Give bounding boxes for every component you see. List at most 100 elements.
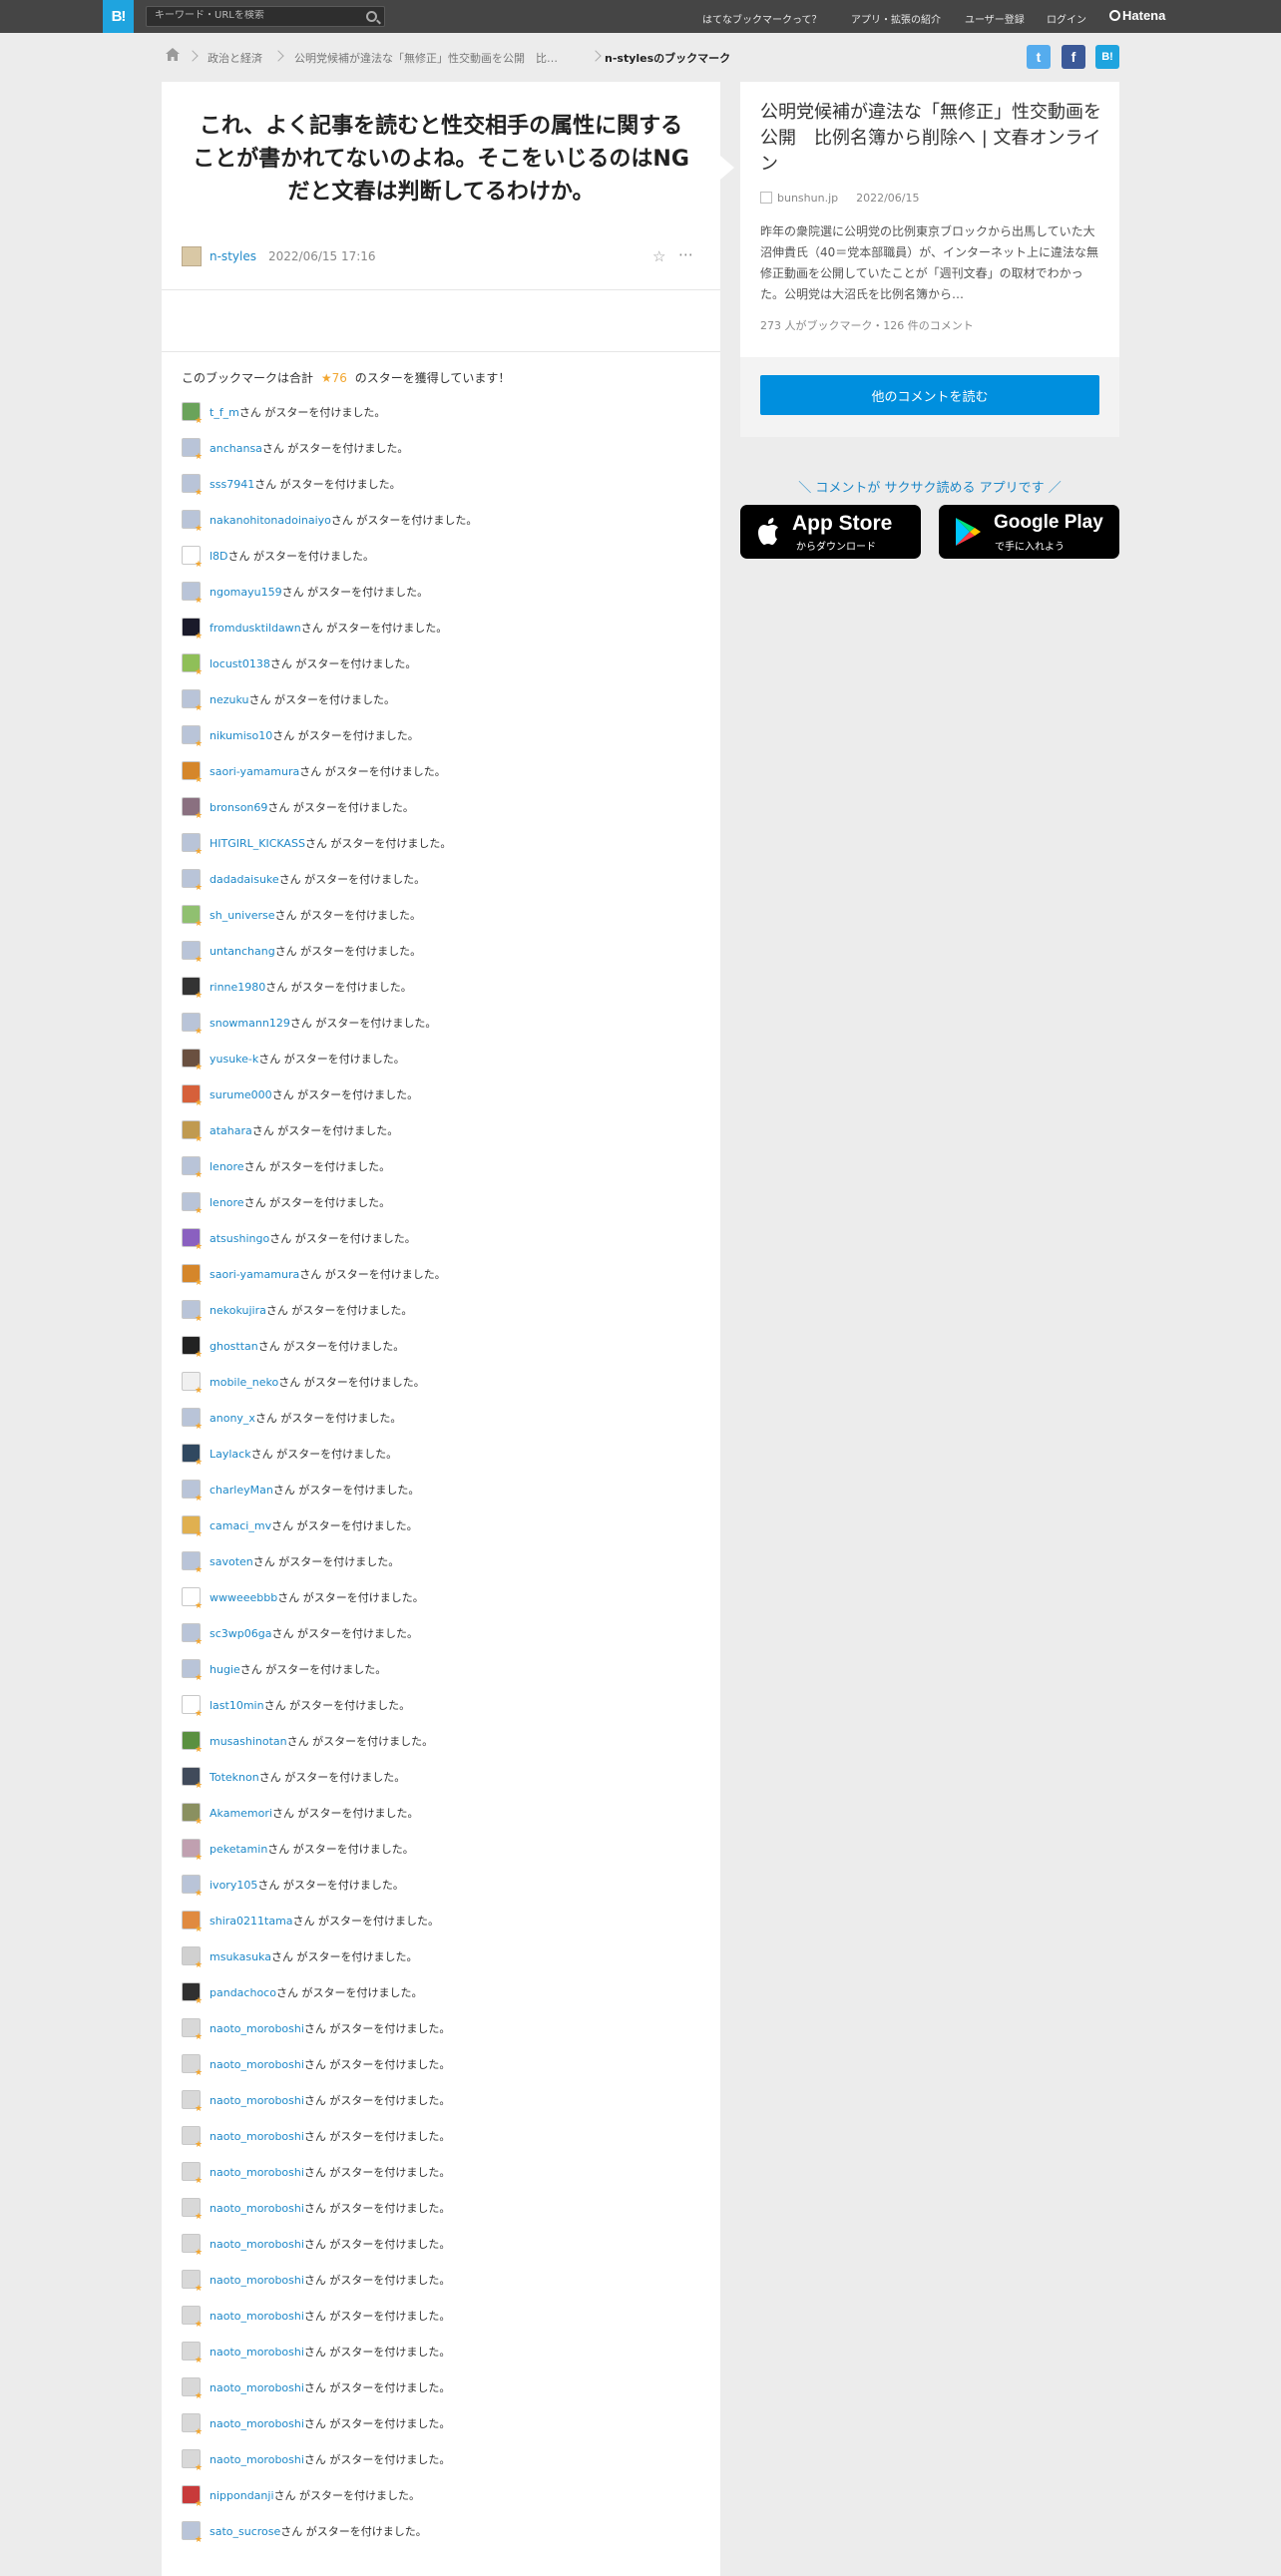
star-user-link[interactable]: HITGIRL_KICKASS (210, 837, 305, 850)
star-user-link[interactable]: naoto_moroboshi (210, 2346, 304, 2359)
star-user-link[interactable]: Akamemori (210, 1807, 272, 1820)
star-row-suffix: さん がスターを付けました。 (257, 1879, 404, 1892)
search-icon[interactable] (366, 11, 377, 22)
star-row-suffix: さん がスターを付けました。 (303, 2453, 451, 2466)
star-row: ★ last10minさん がスターを付けました。 (182, 1695, 700, 1732)
star-user-link[interactable]: musashinotan (210, 1735, 287, 1748)
star-row-text: naoto_moroboshiさん がスターを付けました。 (210, 2236, 450, 2252)
star-user-link[interactable]: naoto_moroboshi (210, 2310, 304, 2323)
star-user-link[interactable]: msukasuka (210, 1950, 271, 1963)
star-user-link[interactable]: l8D (210, 550, 228, 563)
star-row-suffix: さん がスターを付けました。 (273, 2489, 421, 2502)
star-user-link[interactable]: nezuku (210, 693, 249, 706)
nav-apps-link[interactable]: アプリ・拡張の紹介 (851, 11, 941, 26)
star-user-link[interactable]: nekokujira (210, 1304, 266, 1317)
star-user-link[interactable]: naoto_moroboshi (210, 2202, 304, 2215)
star-row-text: yusuke-kさん がスターを付けました。 (210, 1051, 405, 1067)
star-user-link[interactable]: anchansa (210, 442, 262, 455)
star-user-link[interactable]: sc3wp06ga (210, 1627, 271, 1640)
star-user-link[interactable]: ivory105 (210, 1879, 257, 1892)
star-row: ★ Toteknonさん がスターを付けました。 (182, 1767, 700, 1804)
hatena-bookmark-logo[interactable]: B! (103, 0, 134, 33)
star-user-link[interactable]: pandachoco (210, 1986, 276, 1999)
share-hatena-button[interactable]: B! (1095, 45, 1119, 69)
star-user-link[interactable]: saori-yamamura (210, 765, 299, 778)
star-user-link[interactable]: naoto_moroboshi (210, 2453, 304, 2466)
star-user-link[interactable]: hugie (210, 1663, 240, 1676)
more-options-icon[interactable]: ⋯ (678, 245, 698, 263)
entry-meta[interactable]: 273 人がブックマーク・126 件のコメント (760, 317, 974, 333)
star-user-link[interactable]: savoten (210, 1555, 253, 1568)
star-icon: ★ (195, 739, 204, 749)
star-user-link[interactable]: lenore (210, 1196, 244, 1209)
star-summary: このブックマークは合計 ★76 のスターを獲得しています！ (182, 369, 510, 386)
star-user-link[interactable]: naoto_moroboshi (210, 2238, 304, 2251)
share-twitter-button[interactable]: t (1027, 45, 1051, 69)
add-star-icon[interactable]: ☆ (652, 247, 670, 265)
star-user-link[interactable]: wwweeebbb (210, 1591, 277, 1604)
star-user-link[interactable]: nippondanji (210, 2489, 274, 2502)
star-user-link[interactable]: mobile_neko (210, 1376, 278, 1389)
star-user-link[interactable]: ghosttan (210, 1340, 258, 1353)
star-user-link[interactable]: nikumiso10 (210, 729, 272, 742)
read-more-comments-button[interactable]: 他のコメントを読む (760, 375, 1099, 415)
star-user-link[interactable]: yusuke-k (210, 1053, 258, 1066)
star-user-link[interactable]: naoto_moroboshi (210, 2274, 304, 2287)
share-facebook-button[interactable]: f (1062, 45, 1085, 69)
star-row-text: charleyManさん がスターを付けました。 (210, 1482, 419, 1498)
star-user-link[interactable]: Laylack (210, 1448, 251, 1461)
entry-source[interactable]: bunshun.jp (777, 192, 838, 205)
star-user-link[interactable]: peketamin (210, 1843, 267, 1856)
star-user-link[interactable]: snowmann129 (210, 1017, 290, 1030)
google-play-badge[interactable]: Google Play で手に入れよう (939, 505, 1119, 559)
star-user-link[interactable]: lenore (210, 1160, 244, 1173)
nav-about-link[interactable]: はてなブックマークって？ (702, 11, 822, 26)
star-user-link[interactable]: last10min (210, 1699, 264, 1712)
star-user-link[interactable]: atsushingo (210, 1232, 269, 1245)
star-user-link[interactable]: rinne1980 (210, 981, 265, 994)
home-icon[interactable] (165, 47, 181, 62)
star-user-link[interactable]: atahara (210, 1124, 252, 1137)
entry-title[interactable]: 公明党候補が違法な「無修正」性交動画を公開 比例名簿から削除へ | 文春オンライ… (760, 100, 1105, 178)
star-user-link[interactable]: untanchang (210, 945, 275, 958)
nav-register-link[interactable]: ユーザー登録 (965, 11, 1025, 26)
star-row-suffix: さん がスターを付けました。 (252, 1555, 400, 1568)
star-row-suffix: さん がスターを付けました。 (265, 981, 412, 994)
star-user-link[interactable]: naoto_moroboshi (210, 2130, 304, 2143)
star-user-link[interactable]: fromdusktildawn (210, 622, 301, 635)
star-row-text: naoto_moroboshiさん がスターを付けました。 (210, 2308, 450, 2324)
star-user-link[interactable]: naoto_moroboshi (210, 2381, 304, 2394)
hatena-brand[interactable]: Hatena (1109, 8, 1165, 23)
star-user-link[interactable]: Toteknon (210, 1771, 259, 1784)
star-user-link[interactable]: anony_x (210, 1412, 255, 1425)
star-user-link[interactable]: naoto_moroboshi (210, 2417, 304, 2430)
star-user-link[interactable]: ngomayu159 (210, 586, 282, 599)
star-user-link[interactable]: naoto_moroboshi (210, 2058, 304, 2071)
breadcrumb-category[interactable]: 政治と経済 (208, 50, 262, 66)
star-user-link[interactable]: naoto_moroboshi (210, 2094, 304, 2107)
star-user-link[interactable]: camaci_mv (210, 1519, 271, 1532)
star-icon: ★ (195, 2068, 204, 2078)
star-user-link[interactable]: shira0211tama (210, 1915, 293, 1928)
star-user-link[interactable]: locust0138 (210, 657, 270, 670)
bookmark-user-name[interactable]: n-styles (210, 249, 256, 263)
star-user-link[interactable]: sato_sucrose (210, 2525, 280, 2538)
star-user-link[interactable]: naoto_moroboshi (210, 2022, 304, 2035)
star-row-suffix: さん がスターを付けました。 (263, 1699, 411, 1712)
app-store-badge[interactable]: App Store からダウンロード (740, 505, 921, 559)
nav-login-link[interactable]: ログイン (1047, 11, 1086, 26)
star-user-link[interactable]: charleyMan (210, 1484, 273, 1497)
star-user-link[interactable]: surume000 (210, 1088, 272, 1101)
star-user-link[interactable]: dadadaisuke (210, 873, 279, 886)
star-user-link[interactable]: bronson69 (210, 801, 267, 814)
star-user-link[interactable]: sh_universe (210, 909, 275, 922)
breadcrumb-entry[interactable]: 公明党候補が違法な「無修正」性交動画を公開 比… (294, 50, 558, 66)
avatar[interactable] (182, 246, 202, 266)
star-user-link[interactable]: nakanohitonadoinaiyo (210, 514, 331, 527)
search-input[interactable] (155, 10, 354, 21)
star-row: ★ saori-yamamuraさん がスターを付けました。 (182, 1264, 700, 1301)
star-user-link[interactable]: sss7941 (210, 478, 254, 491)
star-user-link[interactable]: saori-yamamura (210, 1268, 299, 1281)
star-user-link[interactable]: t_f_m (210, 406, 239, 419)
star-user-link[interactable]: naoto_moroboshi (210, 2166, 304, 2179)
